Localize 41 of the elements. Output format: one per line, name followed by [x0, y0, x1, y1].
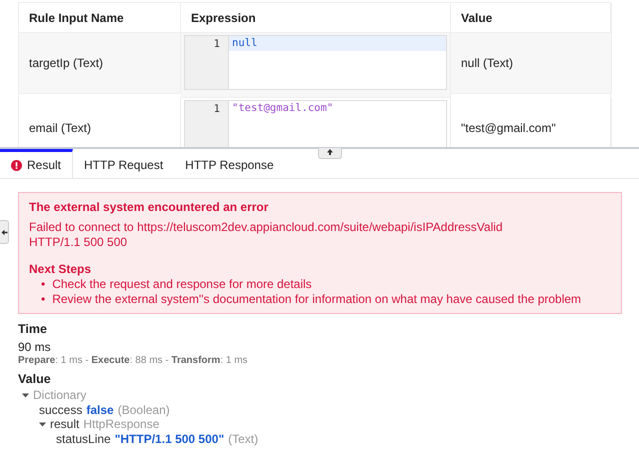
tree-node-label: Dictionary: [33, 388, 86, 402]
tab[interactable]: HTTP Request: [73, 149, 174, 178]
section-label: Value: [18, 372, 52, 386]
line-number: 1: [214, 38, 220, 50]
section-label: Time: [18, 322, 48, 336]
field-value: "HTTP/1.1 500 500": [114, 432, 224, 446]
caret-down-icon[interactable]: [22, 392, 29, 399]
tab[interactable]: Result: [0, 149, 74, 178]
code-text: null: [232, 37, 258, 49]
error-text: HTTP/1.1 500 500: [29, 235, 128, 250]
field-name: success: [39, 402, 82, 417]
type-label: (Boolean): [118, 402, 170, 417]
error-title: The external system encountered an error: [29, 200, 270, 215]
error-text: Failed to connect to https://teluscom2dev.appiancloud.com/suite/webapi/isIPAddressValid: [29, 220, 504, 235]
caret-down-icon[interactable]: [39, 420, 46, 428]
type-label: (Text): [228, 432, 258, 446]
next-step-item: Review the external system''s documentation for information on what may have caused the problem: [52, 292, 582, 307]
time-value: 90 ms: [18, 340, 52, 354]
code-text: "test@gmail.com": [232, 102, 334, 114]
field-name: statusLine: [56, 432, 111, 446]
error-icon: [11, 160, 22, 170]
table-cell: null (Text): [451, 33, 612, 94]
collapse-button[interactable]: [318, 148, 342, 159]
up-arrow-icon: [326, 148, 334, 156]
expression-editor[interactable]: 1 "test@gmail.com": [184, 100, 447, 147]
bullet: •: [41, 292, 46, 307]
table-cell: email (Text): [19, 98, 181, 147]
tab[interactable]: HTTP Response: [174, 149, 285, 178]
line-number: 1: [214, 103, 220, 115]
next-step-item: Check the request and response for more details: [52, 277, 312, 292]
field-value: false: [86, 402, 114, 417]
bullet: •: [41, 277, 46, 292]
tree-node-label: result: [50, 417, 80, 432]
table-cell: "test@gmail.com": [451, 98, 612, 147]
type-label: HttpResponse: [83, 417, 160, 432]
expand-side-button[interactable]: [0, 220, 9, 244]
time-breakdown: Prepare: 1 ms - Execute: 88 ms - Transform: 1 ms: [18, 355, 249, 366]
table-cell: targetIp (Text): [19, 33, 181, 94]
next-steps-heading: Next Steps: [29, 262, 92, 277]
left-arrow-icon: [0, 228, 8, 236]
expression-editor[interactable]: 1 null: [184, 35, 447, 90]
